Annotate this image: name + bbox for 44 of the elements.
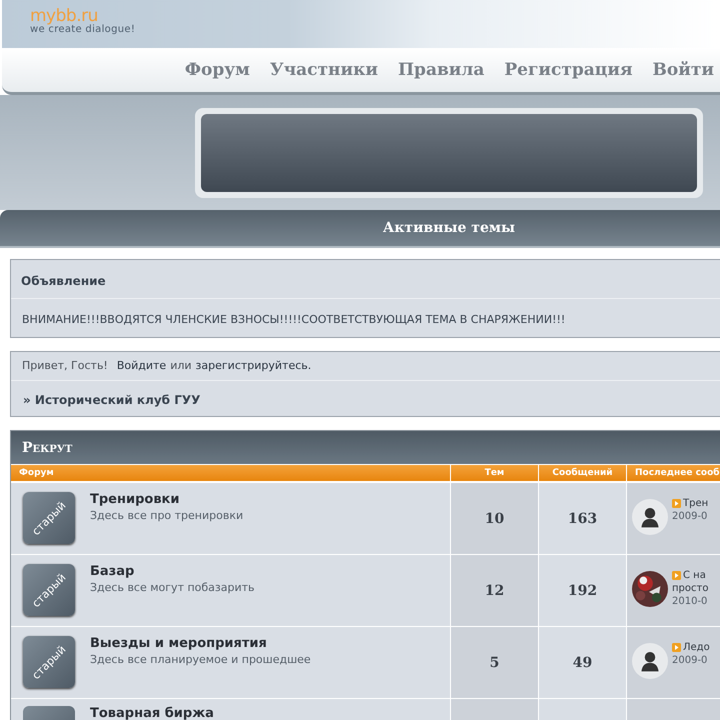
column-header: Тем: [450, 464, 538, 483]
or-text: или: [170, 359, 192, 372]
posts-count: 163: [568, 510, 598, 526]
nav-link[interactable]: Регистрация: [504, 60, 633, 80]
topics-count: 5: [490, 654, 500, 670]
last-post-link[interactable]: С на: [683, 569, 706, 582]
category-title: Рекрут: [22, 440, 72, 456]
nav-link[interactable]: Войти: [652, 60, 714, 80]
forum-title[interactable]: Тренировки: [90, 492, 244, 507]
last-post-date: 2009-0: [672, 510, 708, 523]
last-post-link[interactable]: Трен: [683, 497, 708, 510]
breadcrumb-link[interactable]: » Исторический клуб ГУУ: [23, 393, 200, 407]
register-link[interactable]: зарегистрируйтесь.: [196, 359, 312, 372]
posts-count: 49: [572, 654, 592, 670]
column-header: Форум: [11, 464, 450, 483]
post-link-icon: [672, 571, 681, 580]
nav-link[interactable]: Участники: [270, 60, 378, 80]
forum-description: Здесь все планируемое и прошедшее: [90, 653, 311, 666]
logo-tagline: we create dialogue!: [30, 25, 136, 35]
user-avatar-icon: [632, 499, 668, 535]
announcement-title: Объявление: [21, 274, 106, 288]
posts-count: 192: [568, 582, 598, 598]
page-title: Активные темы: [382, 220, 516, 236]
forum-title[interactable]: Выезды и мероприятия: [90, 636, 311, 651]
nav-link[interactable]: Правила: [398, 60, 484, 80]
forum-title[interactable]: Базар: [90, 564, 255, 579]
last-post-link[interactable]: просто: [672, 582, 708, 595]
topics-count: 12: [484, 582, 504, 598]
forum-title[interactable]: Товарная биржа: [90, 706, 214, 720]
login-link[interactable]: Войдите: [116, 359, 166, 372]
forum-description: Здесь все про тренировки: [90, 509, 244, 522]
last-post-date: 2009-0: [672, 654, 708, 667]
topics-count: 10: [484, 510, 504, 526]
forum-description: Здесь все могут побазарить: [90, 581, 255, 594]
user-avatar-icon: [632, 643, 668, 679]
column-header: Последнее сооб: [626, 464, 720, 483]
column-header: Сообщений: [538, 464, 626, 483]
last-post-date: 2010-0: [672, 595, 708, 608]
post-link-icon: [672, 499, 681, 508]
announcement-text: ВНИМАНИЕ!!!ВВОДЯТСЯ ЧЛЕНСКИЕ ВЗНОСЫ!!!!!СООТВЕТСТВУЮЩАЯ ТЕМА В СНАРЯЖЕНИИ!!!: [22, 313, 566, 326]
last-post-link[interactable]: Ледо: [683, 641, 710, 654]
post-link-icon: [672, 643, 681, 652]
nav-link[interactable]: Форум: [184, 60, 250, 80]
greeting-text: Привет, Гость!: [22, 359, 108, 372]
